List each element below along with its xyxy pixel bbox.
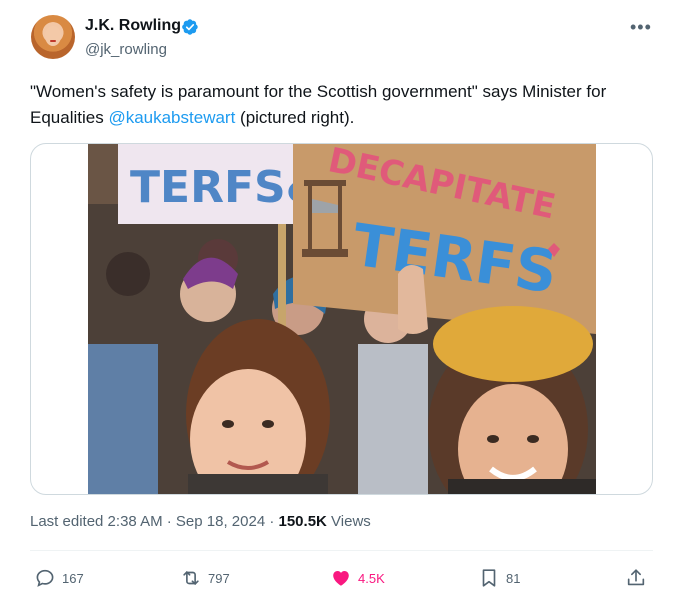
repost-button[interactable]: 797 <box>180 565 230 591</box>
bookmark-icon <box>482 569 496 587</box>
edited-timestamp[interactable]: Last edited 2:38 AM · Sep 18, 2024 · <box>30 513 279 530</box>
more-options-icon[interactable]: ••• <box>630 18 652 36</box>
verified-badge-icon <box>182 19 198 35</box>
mention-link[interactable]: @kaukabstewart <box>108 108 235 127</box>
tweet: J.K. Rowling @jk_rowling ••• "Women's sa… <box>0 0 687 600</box>
tweet-meta: Last edited 2:38 AM · Sep 18, 2024 · 150… <box>30 513 371 530</box>
media-card[interactable]: TERFS& T DECAPITATE TERFS <box>30 143 653 495</box>
tweet-text-tail: (pictured right). <box>235 108 355 127</box>
like-count: 4.5K <box>358 570 385 586</box>
repost-count: 797 <box>208 570 230 586</box>
reply-icon <box>36 569 54 587</box>
bookmark-count: 81 <box>506 570 521 586</box>
tweet-text: "Women's safety is paramount for the Sco… <box>30 79 650 131</box>
reply-button[interactable]: 167 <box>34 565 84 591</box>
tweet-photo[interactable]: TERFS& T DECAPITATE TERFS <box>88 144 596 494</box>
share-icon <box>627 569 645 586</box>
like-button[interactable]: 4.5K <box>330 565 385 591</box>
divider <box>30 550 653 551</box>
bookmark-button[interactable]: 81 <box>478 565 520 591</box>
views-label: Views <box>326 513 371 530</box>
heart-filled-icon <box>333 570 349 586</box>
avatar-face <box>45 26 61 46</box>
repost-icon <box>183 571 199 585</box>
avatar-lips <box>50 40 56 42</box>
author-handle[interactable]: @jk_rowling <box>85 41 167 58</box>
reply-count: 167 <box>62 570 84 586</box>
author-display-name[interactable]: J.K. Rowling <box>85 17 181 35</box>
photo-illustration: TERFS& T DECAPITATE TERFS <box>88 144 596 494</box>
author-avatar[interactable] <box>31 15 75 59</box>
views-count: 150.5K <box>278 513 327 530</box>
share-button[interactable] <box>625 565 653 591</box>
